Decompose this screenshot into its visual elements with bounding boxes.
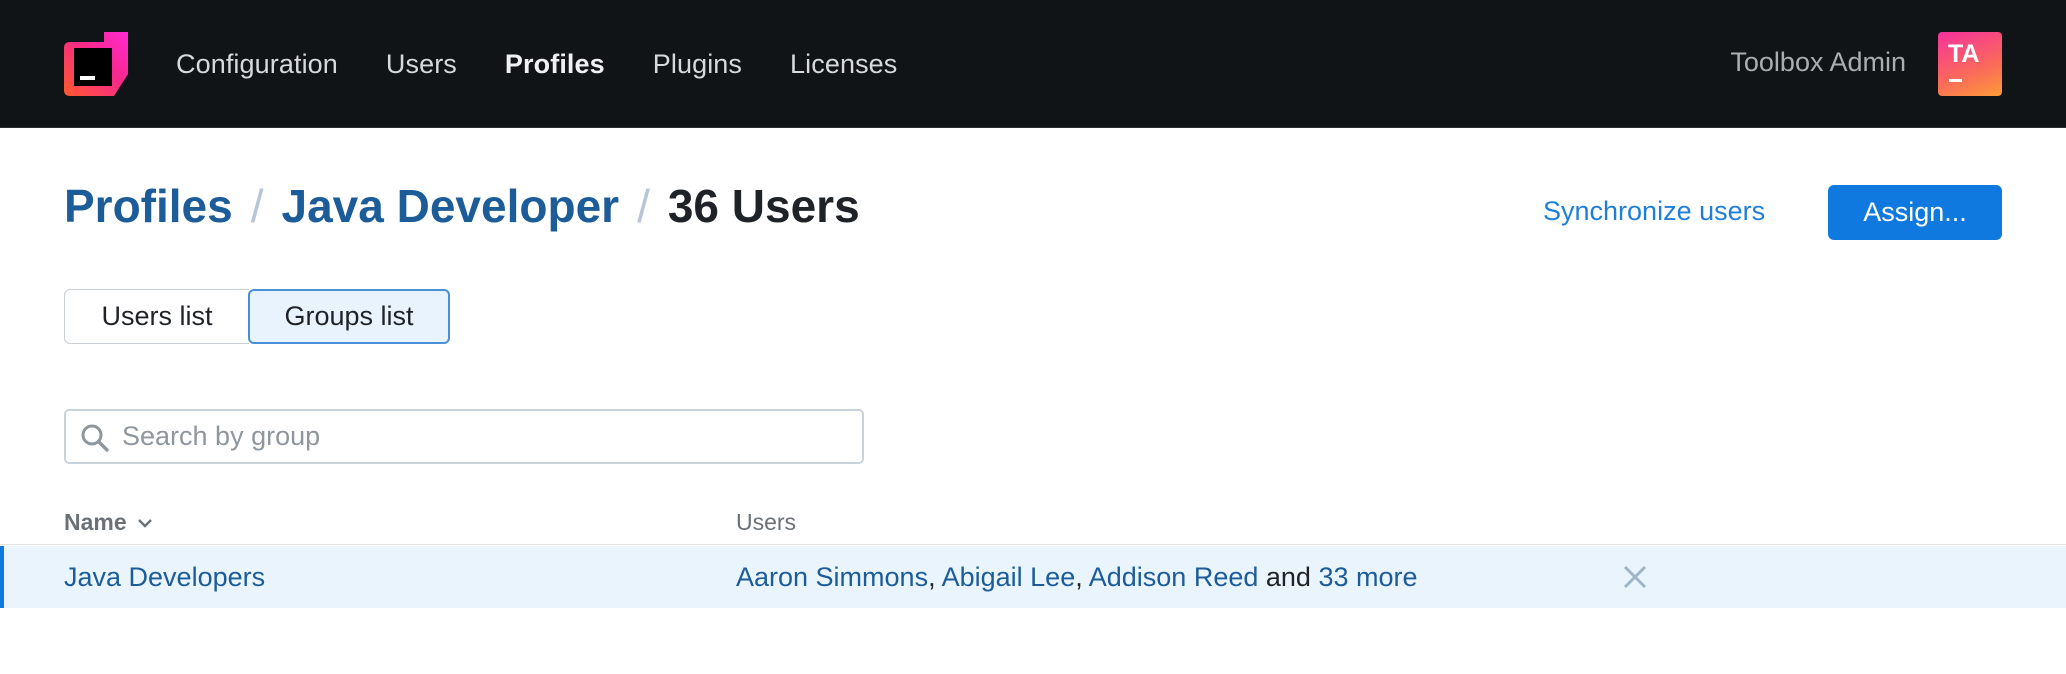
close-icon[interactable] xyxy=(1621,563,1649,591)
nav-item-users[interactable]: Users xyxy=(386,49,457,80)
nav-item-profiles[interactable]: Profiles xyxy=(505,49,605,80)
avatar-initials: TA xyxy=(1948,40,1980,68)
current-user-name[interactable]: Toolbox Admin xyxy=(1730,47,1906,78)
and-text: and xyxy=(1265,562,1311,592)
list-separator: , xyxy=(1075,562,1083,592)
group-name-link[interactable]: Java Developers xyxy=(64,562,265,593)
view-toggle: Users list Groups list xyxy=(64,289,450,344)
avatar[interactable]: TA xyxy=(1938,32,2002,96)
avatar-underscore xyxy=(1949,79,1962,82)
assign-button[interactable]: Assign... xyxy=(1828,185,2002,240)
users-list-toggle[interactable]: Users list xyxy=(64,289,249,344)
search-icon xyxy=(80,423,110,453)
user-link[interactable]: Aaron Simmons xyxy=(736,562,928,592)
search-input[interactable] xyxy=(122,411,852,462)
list-separator: , xyxy=(928,562,936,592)
toolbox-logo-icon[interactable] xyxy=(64,32,128,96)
table-row[interactable]: Java Developers Aaron Simmons, Abigail L… xyxy=(0,546,2066,608)
group-users-cell: Aaron Simmons, Abigail Lee, Addison Reed… xyxy=(736,562,1418,593)
user-link[interactable]: Addison Reed xyxy=(1089,562,1259,592)
breadcrumb-profiles[interactable]: Profiles xyxy=(64,178,233,234)
breadcrumb-java-developer[interactable]: Java Developer xyxy=(282,178,620,234)
main-nav: Configuration Users Profiles Plugins Lic… xyxy=(176,0,897,128)
breadcrumb: Profiles / Java Developer / 36 Users xyxy=(64,178,860,234)
user-link[interactable]: Abigail Lee xyxy=(942,562,1076,592)
top-navigation-bar: Configuration Users Profiles Plugins Lic… xyxy=(0,0,2066,128)
nav-item-licenses[interactable]: Licenses xyxy=(790,49,897,80)
synchronize-users-link[interactable]: Synchronize users xyxy=(1543,196,1765,227)
nav-item-configuration[interactable]: Configuration xyxy=(176,49,338,80)
search-box xyxy=(64,409,864,464)
breadcrumb-separator: / xyxy=(250,180,264,232)
column-header-name[interactable]: Name xyxy=(64,509,153,536)
groups-list-toggle[interactable]: Groups list xyxy=(248,289,450,344)
table-header: Name Users xyxy=(0,500,2066,545)
page-title: 36 Users xyxy=(667,180,860,232)
more-users-link[interactable]: 33 more xyxy=(1318,562,1417,592)
breadcrumb-separator: / xyxy=(637,180,650,232)
chevron-down-icon xyxy=(137,518,152,528)
nav-item-plugins[interactable]: Plugins xyxy=(653,49,742,80)
column-header-users: Users xyxy=(736,509,797,535)
column-header-name-label: Name xyxy=(64,509,127,535)
